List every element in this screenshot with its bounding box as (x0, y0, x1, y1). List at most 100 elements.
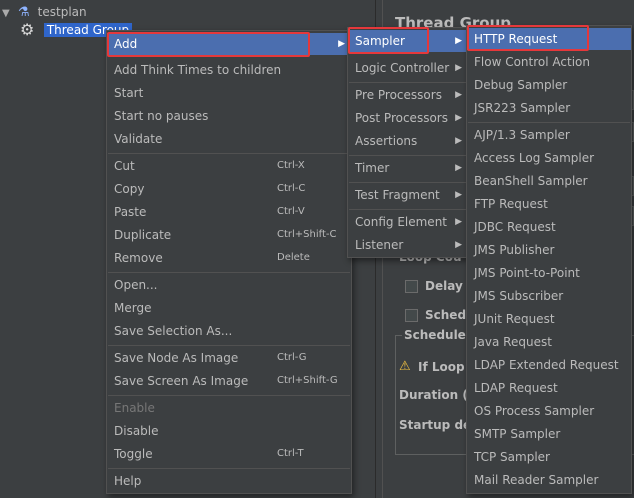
submenu-arrow-icon: ▶ (455, 63, 462, 73)
menu-item-config-element[interactable]: Config Element ▶ (348, 211, 468, 233)
submenu-arrow-icon: ▶ (455, 90, 462, 100)
menu-item-ftp-request[interactable]: FTP Request (467, 193, 631, 215)
shortcut-label: Delete (277, 252, 310, 263)
shortcut-label: Ctrl+Shift-C (277, 229, 337, 240)
submenu-arrow-icon: ▶ (455, 136, 462, 146)
menu-item-junit-request[interactable]: JUnit Request (467, 308, 631, 330)
menu-item-jms-point-to-point[interactable]: JMS Point-to-Point (467, 262, 631, 284)
menu-item-post-processors[interactable]: Post Processors ▶ (348, 107, 468, 129)
warning-icon: ⚠ (399, 359, 411, 374)
gear-icon: ⚙ (20, 20, 35, 39)
menu-item-duplicate[interactable]: Duplicate Ctrl+Shift-C (107, 224, 351, 246)
menu-item-label: Java Request (474, 335, 552, 349)
scheduler-checkbox[interactable] (405, 309, 418, 322)
menu-item-label: AJP/1.3 Sampler (474, 128, 570, 142)
menu-item-add-think-times[interactable]: Add Think Times to children (107, 59, 351, 81)
menu-item-start[interactable]: Start (107, 82, 351, 104)
menu-item-label: Save Selection As... (114, 324, 233, 338)
menu-separator (108, 468, 350, 469)
submenu-arrow-icon: ▶ (455, 190, 462, 200)
menu-item-label: HTTP Request (474, 32, 558, 46)
shortcut-label: Ctrl-G (277, 352, 307, 363)
menu-item-beanshell-sampler[interactable]: BeanShell Sampler (467, 170, 631, 192)
menu-item-toggle[interactable]: Toggle Ctrl-T (107, 443, 351, 465)
menu-item-smtp-sampler[interactable]: SMTP Sampler (467, 423, 631, 445)
menu-separator (108, 395, 350, 396)
menu-item-enable: Enable (107, 397, 351, 419)
menu-item-label: JMS Subscriber (474, 289, 564, 303)
menu-separator (349, 182, 467, 183)
menu-item-open[interactable]: Open... (107, 274, 351, 296)
menu-item-ajp-sampler[interactable]: AJP/1.3 Sampler (467, 124, 631, 146)
menu-item-ldap-request[interactable]: LDAP Request (467, 377, 631, 399)
menu-item-label: Paste (114, 205, 147, 219)
submenu-arrow-icon: ▶ (455, 36, 462, 46)
menu-item-listener[interactable]: Listener ▶ (348, 234, 468, 256)
menu-item-http-request[interactable]: HTTP Request (467, 28, 631, 50)
menu-item-validate[interactable]: Validate (107, 128, 351, 150)
menu-separator (108, 272, 350, 273)
menu-item-help[interactable]: Help (107, 470, 351, 492)
menu-item-cut[interactable]: Cut Ctrl-X (107, 155, 351, 177)
menu-item-label: JMS Point-to-Point (474, 266, 580, 280)
menu-item-ldap-extended-request[interactable]: LDAP Extended Request (467, 354, 631, 376)
expand-arrow-icon[interactable]: ▼ (2, 5, 14, 23)
context-menu: Add ▶ Add Think Times to children Start … (106, 30, 352, 494)
menu-item-pre-processors[interactable]: Pre Processors ▶ (348, 84, 468, 106)
menu-item-label: Copy (114, 182, 145, 196)
menu-item-label: JUnit Request (474, 312, 555, 326)
menu-item-paste[interactable]: Paste Ctrl-V (107, 201, 351, 223)
menu-item-label: Post Processors (355, 111, 448, 125)
shortcut-label: Ctrl-V (277, 206, 305, 217)
menu-item-label: LDAP Request (474, 381, 558, 395)
menu-item-save-screen-image[interactable]: Save Screen As Image Ctrl+Shift-G (107, 370, 351, 392)
menu-item-label: Flow Control Action (474, 55, 590, 69)
tree-node-testplan[interactable]: ▼ ⚗ testplan (2, 3, 87, 21)
menu-item-add[interactable]: Add ▶ (107, 33, 351, 55)
menu-item-java-request[interactable]: Java Request (467, 331, 631, 353)
menu-item-jdbc-request[interactable]: JDBC Request (467, 216, 631, 238)
menu-item-os-process-sampler[interactable]: OS Process Sampler (467, 400, 631, 422)
menu-item-label: Disable (114, 424, 159, 438)
menu-item-save-selection[interactable]: Save Selection As... (107, 320, 351, 342)
menu-item-label: Enable (114, 401, 155, 415)
menu-item-copy[interactable]: Copy Ctrl-C (107, 178, 351, 200)
menu-item-label: Assertions (355, 134, 418, 148)
delay-checkbox[interactable] (405, 280, 418, 293)
submenu-arrow-icon: ▶ (455, 240, 462, 250)
menu-item-logic-controller[interactable]: Logic Controller ▶ (348, 57, 468, 79)
menu-item-label: Help (114, 474, 142, 488)
menu-separator (349, 209, 467, 210)
menu-item-save-node-image[interactable]: Save Node As Image Ctrl-G (107, 347, 351, 369)
menu-item-label: Cut (114, 159, 135, 173)
menu-item-test-fragment[interactable]: Test Fragment ▶ (348, 184, 468, 206)
menu-item-jms-publisher[interactable]: JMS Publisher (467, 239, 631, 261)
menu-item-label: Start no pauses (114, 109, 209, 123)
menu-item-label: SMTP Sampler (474, 427, 561, 441)
menu-item-label: FTP Request (474, 197, 548, 211)
menu-item-label: Save Screen As Image (114, 374, 249, 388)
menu-item-remove[interactable]: Remove Delete (107, 247, 351, 269)
menu-item-jms-subscriber[interactable]: JMS Subscriber (467, 285, 631, 307)
menu-item-timer[interactable]: Timer ▶ (348, 157, 468, 179)
menu-item-mail-reader-sampler[interactable]: Mail Reader Sampler (467, 469, 631, 491)
menu-item-tcp-sampler[interactable]: TCP Sampler (467, 446, 631, 468)
menu-item-access-log-sampler[interactable]: Access Log Sampler (467, 147, 631, 169)
menu-item-label: Debug Sampler (474, 78, 568, 92)
menu-item-label: Logic Controller (355, 61, 450, 75)
menu-item-assertions[interactable]: Assertions ▶ (348, 130, 468, 152)
menu-item-sampler[interactable]: Sampler ▶ (348, 30, 468, 52)
menu-item-label: Sampler (355, 34, 405, 48)
submenu-arrow-icon: ▶ (455, 217, 462, 227)
menu-item-disable[interactable]: Disable (107, 420, 351, 442)
menu-item-start-no-pauses[interactable]: Start no pauses (107, 105, 351, 127)
menu-item-flow-control-action[interactable]: Flow Control Action (467, 51, 631, 73)
menu-item-merge[interactable]: Merge (107, 297, 351, 319)
menu-item-debug-sampler[interactable]: Debug Sampler (467, 74, 631, 96)
submenu-arrow-icon: ▶ (455, 163, 462, 173)
menu-item-jsr223-sampler[interactable]: JSR223 Sampler (467, 97, 631, 119)
menu-item-label: Timer (355, 161, 390, 175)
menu-item-label: Pre Processors (355, 88, 442, 102)
menu-item-label: Start (114, 86, 144, 100)
shortcut-label: Ctrl-T (277, 448, 304, 459)
